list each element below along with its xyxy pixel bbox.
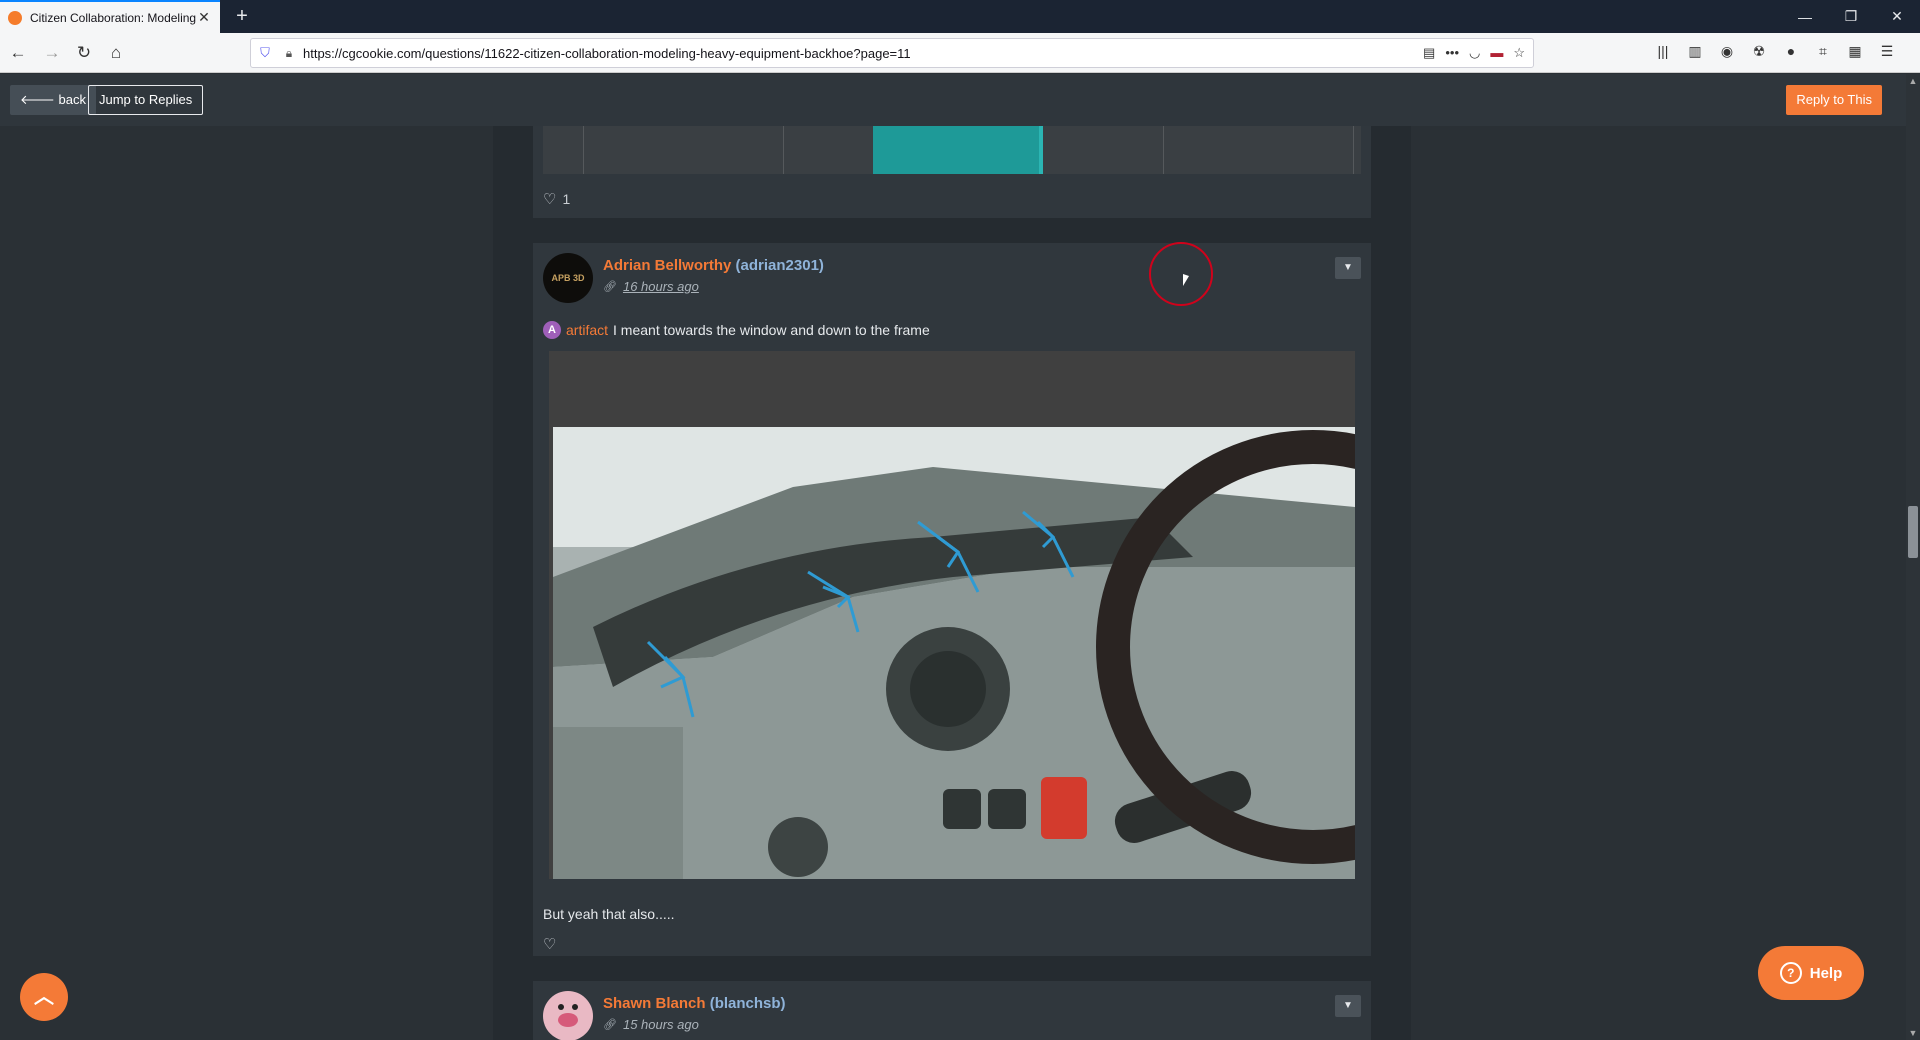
back-button-label: back: [58, 92, 86, 107]
back-arrow-icon[interactable]: ←: [6, 41, 30, 65]
chat-search-icon: ?: [1779, 962, 1802, 984]
author-handle: (adrian2301): [735, 257, 824, 274]
minimize-icon[interactable]: —: [1782, 0, 1828, 33]
dashboard-photo-illustration: [553, 427, 1355, 879]
home-icon[interactable]: ⌂: [104, 41, 128, 65]
page-content: 🡐︎ back Jump to Replies Reply to This ♡ …: [0, 74, 1906, 1040]
mention-avatar-icon: A: [543, 321, 561, 339]
cgcookie-favicon-icon: [8, 10, 22, 25]
browser-tab-active[interactable]: Citizen Collaboration: Modeling Heavy Eq…: [0, 0, 220, 33]
heart-icon[interactable]: ♡: [543, 935, 556, 953]
lock-icon[interactable]: 🔒︎: [279, 46, 299, 61]
restore-icon[interactable]: ❐: [1828, 0, 1874, 33]
mention-link[interactable]: artifact: [566, 322, 608, 338]
extension-color-icon[interactable]: ●: [1780, 43, 1802, 63]
back-button[interactable]: 🡐︎ back: [10, 85, 96, 115]
url-actions: ▤ ••• ◡ ▬ ☆: [1423, 45, 1533, 61]
post-image-partial: [543, 126, 1361, 174]
new-tab-button[interactable]: +: [230, 4, 254, 28]
navigation-bar: ← → ↻ ⌂ ⛉ 🔒︎ https://cgcookie.com/questi…: [0, 33, 1920, 73]
post-timestamp: 🔗︎ 16 hours ago: [603, 279, 699, 294]
like-row[interactable]: ♡: [543, 935, 562, 953]
reader-view-icon[interactable]: ▤: [1423, 45, 1435, 61]
post-options-dropdown[interactable]: ▼: [1335, 995, 1361, 1017]
link-icon[interactable]: 🔗︎: [603, 1018, 617, 1031]
post-card: Shawn Blanch (blanchsb) 🔗︎ 15 hours ago …: [533, 981, 1371, 1040]
extension-radiation-icon[interactable]: ☢: [1748, 43, 1770, 63]
thread-column: ♡ 1 APB 3D Adrian Bellworthy (adrian2301…: [493, 126, 1411, 1040]
thread-toolbar: 🡐︎ back Jump to Replies Reply to This: [0, 74, 1906, 126]
post-card: ♡ 1: [533, 126, 1371, 218]
scrollbar-thumb[interactable]: [1908, 506, 1918, 558]
author-name-link[interactable]: Adrian Bellworthy: [603, 257, 731, 274]
library-icon[interactable]: |||: [1652, 43, 1674, 63]
post-body: A artifact I meant towards the window an…: [543, 321, 930, 339]
help-label: Help: [1809, 964, 1843, 982]
like-row[interactable]: ♡ 1: [543, 190, 570, 208]
forward-arrow-icon[interactable]: →: [40, 41, 64, 65]
address-bar[interactable]: ⛉ 🔒︎ https://cgcookie.com/questions/1162…: [250, 38, 1534, 68]
post-options-dropdown[interactable]: ▼: [1335, 257, 1361, 279]
tab-title: Citizen Collaboration: Modeling Heavy Eq…: [30, 10, 196, 25]
author-name-link[interactable]: Shawn Blanch: [603, 995, 706, 1012]
chevron-up-icon: ︿: [34, 986, 54, 1008]
scroll-down-arrow-icon[interactable]: ▼: [1906, 1026, 1920, 1040]
jump-to-replies-button[interactable]: Jump to Replies: [88, 85, 204, 115]
extension-grid-icon[interactable]: ▦: [1844, 43, 1866, 63]
post-author: Adrian Bellworthy (adrian2301): [603, 257, 824, 274]
account-icon[interactable]: ◉: [1716, 43, 1738, 63]
caret-down-icon: ▼: [1343, 1000, 1353, 1011]
reply-to-this-button[interactable]: Reply to This: [1786, 85, 1882, 115]
help-button[interactable]: ? Help: [1758, 946, 1864, 1000]
post-author: Shawn Blanch (blanchsb): [603, 995, 786, 1012]
time-ago-link[interactable]: 16 hours ago: [623, 279, 699, 294]
extension-crop-icon[interactable]: ⌗: [1812, 43, 1834, 63]
click-indicator: [1149, 242, 1213, 306]
tab-bar: Citizen Collaboration: Modeling Heavy Eq…: [0, 0, 1920, 33]
close-window-icon[interactable]: ✕: [1874, 0, 1920, 33]
avatar[interactable]: [543, 991, 593, 1040]
menu-icon[interactable]: ☰: [1876, 43, 1898, 63]
like-count: 1: [562, 191, 571, 207]
author-handle: (blanchsb): [709, 995, 786, 1012]
avatar[interactable]: APB 3D: [543, 253, 593, 303]
page-actions-icon[interactable]: •••: [1445, 45, 1459, 61]
heart-icon[interactable]: ♡: [543, 190, 556, 208]
scroll-to-top-button[interactable]: ︿: [20, 973, 68, 1021]
url-text[interactable]: https://cgcookie.com/questions/11622-cit…: [299, 46, 1423, 61]
teal-model-part: [873, 126, 1043, 174]
dashboard-photo: [553, 427, 1355, 879]
pocket-icon[interactable]: ◡: [1469, 45, 1480, 61]
mouse-cursor-icon: [1183, 274, 1189, 286]
flag-icon[interactable]: ▬: [1490, 45, 1503, 61]
post-timestamp: 🔗︎ 15 hours ago: [603, 1017, 699, 1032]
bookmark-star-icon[interactable]: ☆: [1513, 45, 1525, 61]
time-ago-link[interactable]: 15 hours ago: [623, 1017, 699, 1032]
tracking-shield-icon[interactable]: ⛉: [251, 45, 279, 61]
post-text: I meant towards the window and down to t…: [613, 322, 930, 338]
post-card: APB 3D Adrian Bellworthy (adrian2301) 🔗︎…: [533, 243, 1371, 956]
post-image[interactable]: [549, 351, 1355, 879]
window-controls: — ❐ ✕: [1782, 0, 1920, 33]
sidebar-icon[interactable]: ▥: [1684, 43, 1706, 63]
post-text-continued: But yeah that also.....: [543, 906, 675, 922]
reload-icon[interactable]: ↻: [72, 41, 96, 65]
page-scrollbar[interactable]: ▲ ▼: [1906, 74, 1920, 1040]
link-icon[interactable]: 🔗︎: [603, 280, 617, 293]
tab-close-icon[interactable]: ✕: [196, 9, 212, 26]
toolbar-icons: ||| ▥ ◉ ☢ ● ⌗ ▦ ☰: [1652, 43, 1898, 63]
scroll-up-arrow-icon[interactable]: ▲: [1906, 74, 1920, 88]
caret-down-icon: ▼: [1343, 262, 1353, 273]
arrow-left-icon: 🡐︎: [20, 92, 59, 107]
